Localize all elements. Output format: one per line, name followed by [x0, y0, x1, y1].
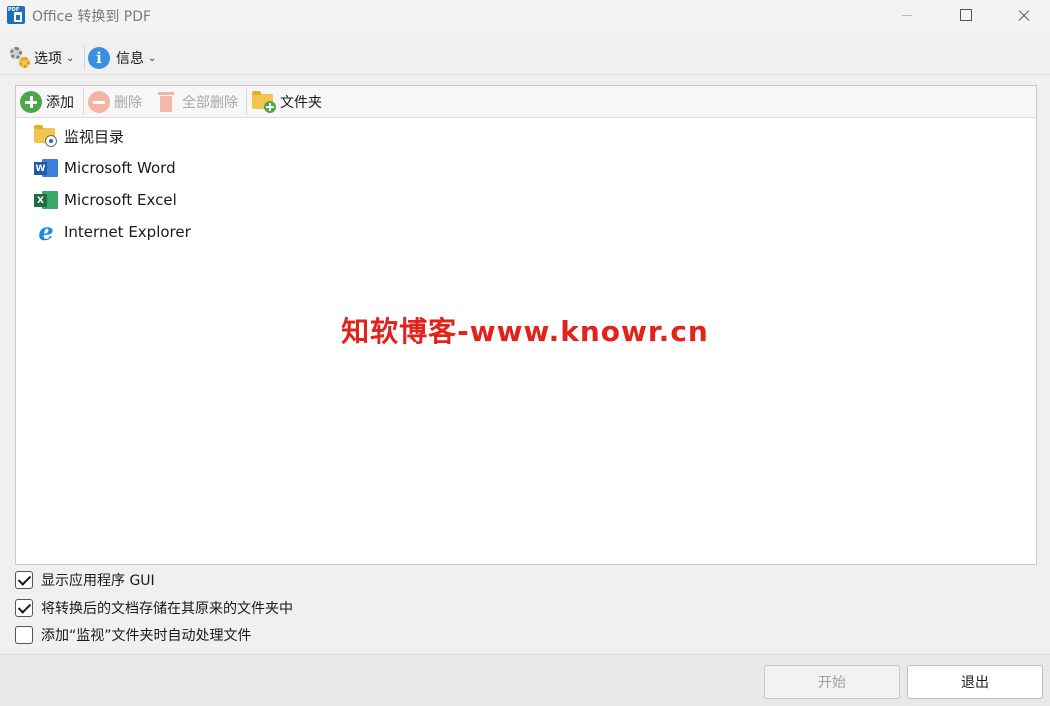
remove-all-button[interactable]: 全部删除: [158, 89, 238, 115]
auto-process-label: 添加“监视”文件夹时自动处理文件: [41, 628, 252, 644]
toolbar-separator: [246, 89, 247, 115]
window-title: Office 转换到 PDF: [32, 9, 152, 25]
list-item-label: Microsoft Word: [64, 159, 176, 177]
list-item-watch-folder[interactable]: 监视目录: [34, 120, 191, 152]
folder-add-icon: [252, 91, 276, 113]
trash-icon: [158, 92, 174, 112]
watermark-text: 知软博客-www.knowr.cn: [341, 315, 709, 348]
word-icon: W: [34, 157, 58, 179]
list-toolbar: 添加 删除 全部删除 文件夹: [16, 86, 1036, 118]
list-item-excel[interactable]: X Microsoft Excel: [34, 184, 191, 216]
menu-separator: [84, 46, 85, 70]
option-auto-process[interactable]: 添加“监视”文件夹时自动处理文件: [15, 624, 252, 646]
remove-button[interactable]: 删除: [88, 89, 142, 115]
excel-icon: X: [34, 189, 58, 211]
add-button-label: 添加: [46, 95, 74, 111]
remove-all-button-label: 全部删除: [182, 95, 238, 111]
remove-icon: [88, 91, 110, 113]
minimize-button[interactable]: [884, 0, 930, 32]
menu-options[interactable]: 选项 ⌄: [8, 44, 74, 72]
menu-options-label: 选项: [34, 51, 62, 67]
show-gui-checkbox[interactable]: [15, 571, 33, 589]
remove-button-label: 删除: [114, 95, 142, 111]
add-icon: [20, 91, 42, 113]
add-button[interactable]: 添加: [20, 89, 74, 115]
save-original-folder-checkbox[interactable]: [15, 599, 33, 617]
ie-icon: e: [38, 217, 54, 246]
info-icon: i: [88, 47, 110, 69]
add-folder-button-label: 文件夹: [280, 95, 322, 111]
save-original-folder-label: 将转换后的文档存储在其原来的文件夹中: [41, 601, 293, 617]
maximize-button[interactable]: [942, 0, 988, 32]
add-folder-button[interactable]: 文件夹: [252, 89, 322, 115]
watch-folder-icon: [34, 125, 58, 147]
gear-icon: [8, 45, 34, 71]
menu-bar: 选项 ⌄ i 信息 ⌄: [0, 40, 1050, 75]
close-button[interactable]: [1000, 0, 1046, 32]
show-gui-label: 显示应用程序 GUI: [41, 573, 155, 589]
app-pdf-icon: PDF: [7, 6, 25, 24]
list-item-ie[interactable]: e Internet Explorer: [34, 216, 191, 248]
chevron-down-icon: ⌄: [66, 52, 75, 64]
list-item-label: Internet Explorer: [64, 223, 191, 241]
auto-process-checkbox[interactable]: [15, 626, 33, 644]
menu-info-label: 信息: [116, 51, 144, 67]
toolbar-separator: [83, 89, 84, 115]
start-button[interactable]: 开始: [764, 665, 900, 699]
title-bar: PDF Office 转换到 PDF: [0, 0, 1050, 32]
list-item-label: 监视目录: [64, 127, 125, 146]
list-item-label: Microsoft Excel: [64, 191, 177, 209]
source-list: 监视目录 W Microsoft Word X Microsoft Excel …: [34, 120, 191, 248]
chevron-down-icon: ⌄: [148, 52, 157, 64]
list-item-word[interactable]: W Microsoft Word: [34, 152, 191, 184]
exit-button[interactable]: 退出: [907, 665, 1043, 699]
option-save-original-folder[interactable]: 将转换后的文档存储在其原来的文件夹中: [15, 597, 293, 619]
menu-info[interactable]: i 信息 ⌄: [88, 44, 156, 72]
option-show-gui[interactable]: 显示应用程序 GUI: [15, 569, 155, 591]
